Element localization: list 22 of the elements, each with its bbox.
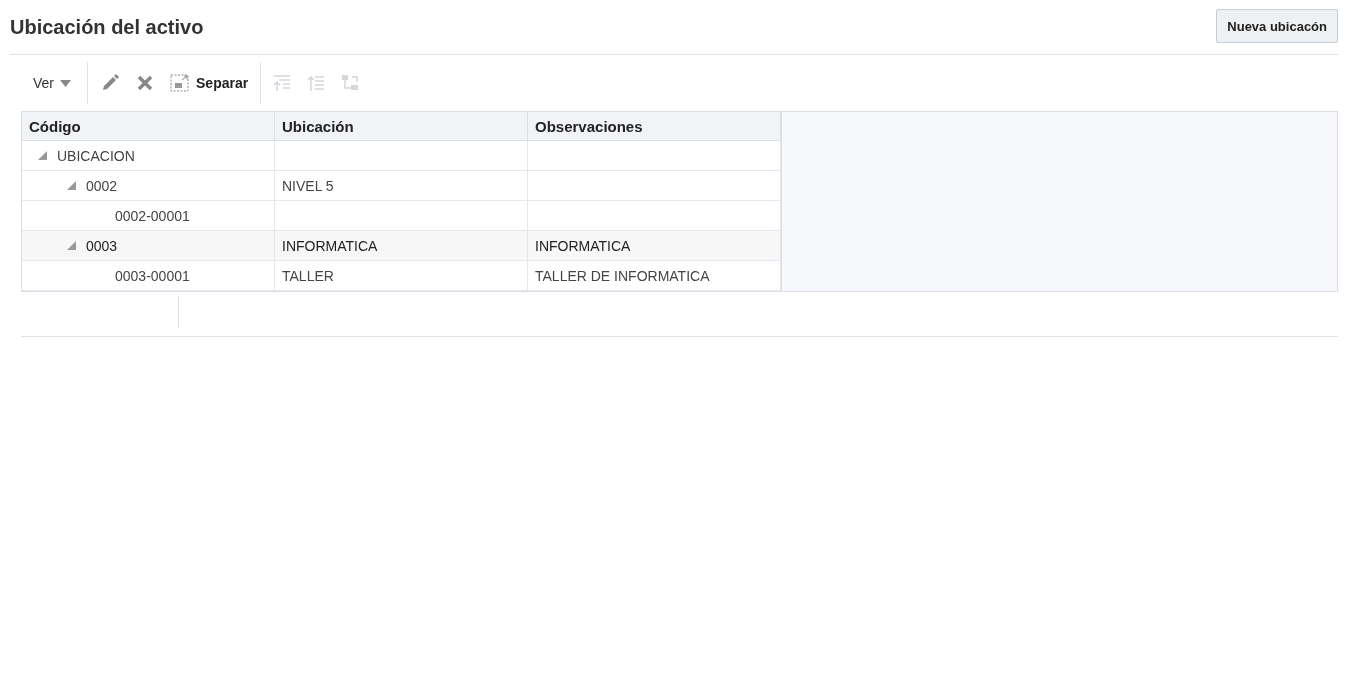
- location-code: 0003: [86, 237, 118, 254]
- location-code: 0003-00001: [115, 267, 190, 284]
- expand-triangle-icon[interactable]: [67, 181, 76, 190]
- caret-icon: [60, 79, 71, 87]
- detach-icon: [170, 73, 190, 93]
- expand-triangle-icon[interactable]: [38, 151, 47, 160]
- location-code: 0002-00001: [115, 207, 190, 224]
- view-menu[interactable]: Ver: [21, 75, 83, 91]
- detach-button[interactable]: Separar: [162, 69, 257, 97]
- table-cell: TALLER DE INFORMATICA: [527, 260, 781, 291]
- new-location-button[interactable]: Nueva ubicacón: [1216, 9, 1338, 43]
- column-header[interactable]: Código: [22, 112, 275, 141]
- table-cell: TALLER: [274, 260, 528, 291]
- table-cell: NIVEL 5: [274, 170, 528, 201]
- expand-triangle-icon[interactable]: [67, 241, 76, 250]
- location-code: UBICACION: [57, 147, 135, 164]
- table-cell: INFORMATICA: [527, 230, 781, 261]
- column-header[interactable]: Ubicación: [274, 112, 528, 141]
- location-code: 0002: [86, 177, 118, 194]
- page-title: Ubicación del activo: [10, 15, 204, 39]
- column-header[interactable]: Observaciones: [527, 112, 781, 141]
- table-cell: INFORMATICA: [274, 230, 528, 261]
